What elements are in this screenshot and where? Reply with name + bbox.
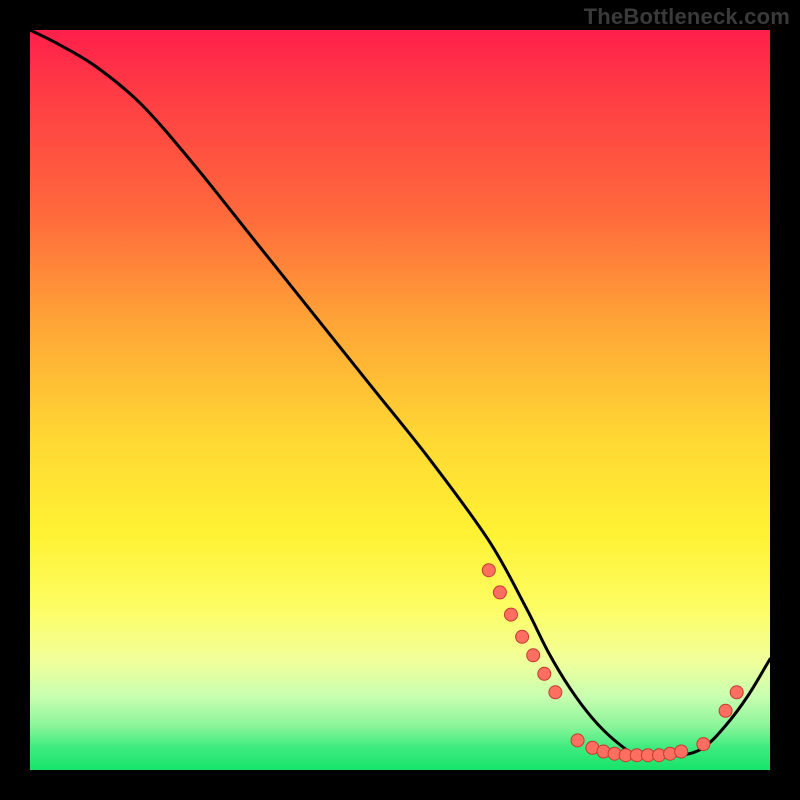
data-point bbox=[538, 667, 551, 680]
data-points bbox=[482, 564, 743, 762]
watermark-text: TheBottleneck.com bbox=[584, 4, 790, 30]
data-point bbox=[549, 686, 562, 699]
chart-frame: TheBottleneck.com bbox=[0, 0, 800, 800]
data-point bbox=[527, 649, 540, 662]
data-point bbox=[493, 586, 506, 599]
data-point bbox=[730, 686, 743, 699]
data-point bbox=[719, 704, 732, 717]
bottleneck-curve bbox=[30, 30, 770, 756]
data-point bbox=[505, 608, 518, 621]
curve-svg bbox=[30, 30, 770, 770]
data-point bbox=[516, 630, 529, 643]
data-point bbox=[482, 564, 495, 577]
data-point bbox=[571, 734, 584, 747]
data-point bbox=[675, 745, 688, 758]
plot-area bbox=[30, 30, 770, 770]
data-point bbox=[697, 738, 710, 751]
